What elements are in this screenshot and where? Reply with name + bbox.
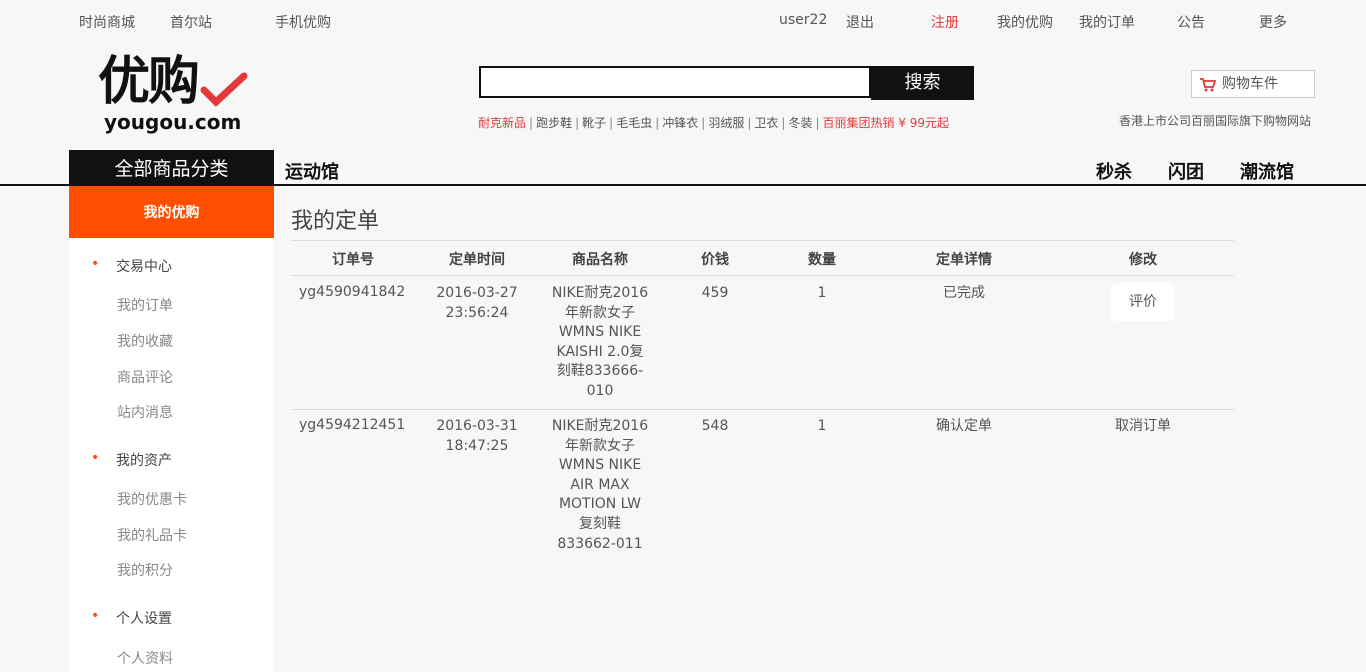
topbar-register-link[interactable]: 注册 [931,12,959,32]
order-quantity: 1 [817,285,827,301]
column-header-order-details: 定单详情 [936,252,992,268]
hot-keyword-winter[interactable]: 冬装 [788,116,812,130]
topbar-logout-link[interactable]: 退出 [846,12,874,32]
topbar-mobile-link[interactable]: 手机优购 [275,12,331,32]
sidebar: 我的优购 • 交易中心 我的订单 我的收藏 商品评论 站内消息 • 我的资产 我的优… [69,186,274,672]
hot-keyword-nike[interactable]: 耐克新品 [478,116,526,130]
topbar-my-yougou-link[interactable]: 我的优购 [997,12,1053,32]
order-status: 确认定单 [936,418,992,434]
search-button[interactable]: 搜索 [871,66,974,100]
column-header-modify: 修改 [1129,252,1157,268]
column-header-order-time: 定单时间 [449,252,505,268]
cancel-order-link[interactable]: 取消订单 [1115,417,1171,437]
cart-icon [1200,78,1216,92]
sidebar-item-reviews[interactable]: 商品评论 [117,367,173,387]
order-price: 548 [701,418,729,434]
topbar-username[interactable]: user22 [779,12,827,28]
hot-keyword-peas[interactable]: 毛毛虫 [616,116,652,130]
table-header-divider [291,275,1234,276]
sidebar-section-assets: • 我的资产 [91,450,172,469]
order-price: 459 [701,285,729,301]
review-button[interactable]: 评价 [1111,283,1175,321]
hot-keyword-jacket[interactable]: 冲锋衣 [662,116,698,130]
hot-keywords: 耐克新品 | 跑步鞋 | 靴子 | 毛毛虫 | 冲锋衣 | 羽绒服 | 卫衣 | 冬装 | 百丽集团热销 ¥ 9… [478,116,950,130]
page-title: 我的定单 [291,209,380,234]
order-id: yg4594212451 [299,417,406,433]
sidebar-item-points[interactable]: 我的积分 [117,560,173,580]
column-header-quantity: 数量 [808,252,836,268]
topbar-more-link[interactable]: 更多 [1259,12,1287,32]
cart-label: 购物车件 [1222,76,1278,92]
nav-group[interactable]: 闪团 [1168,158,1204,184]
topbar-my-orders-link[interactable]: 我的订单 [1079,12,1135,32]
sidebar-header[interactable]: 我的优购 [69,186,274,238]
table-row-divider [291,409,1234,410]
table-top-border [291,240,1234,241]
order-status: 已完成 [943,285,985,301]
order-time: 2016-03-31 18:47:25 [436,418,518,454]
search-input[interactable] [479,66,871,98]
checkmark-icon [200,72,248,107]
sidebar-section-settings: • 个人设置 [91,608,172,627]
hot-keyword-belle[interactable]: 百丽集团热销 ¥ 99元起 [823,116,950,130]
sidebar-item-coupons[interactable]: 我的优惠卡 [117,489,187,509]
site-slogan: 香港上市公司百丽国际旗下购物网站 [1119,114,1312,128]
all-categories-menu[interactable]: 全部商品分类 [69,150,274,186]
logo-chinese-text: 优购 [98,52,200,112]
column-header-price: 价钱 [701,252,729,268]
hot-keyword-down[interactable]: 羽绒服 [708,116,744,130]
order-time: 2016-03-27 23:56:24 [436,285,518,321]
logo-english-text: yougou.com [104,110,242,134]
cart-button[interactable]: 购物车件 [1191,70,1315,98]
order-id: yg4590941842 [299,284,406,300]
topbar-seoul-link[interactable]: 首尔站 [170,12,212,32]
product-name[interactable]: NIKE耐克2016 年新款女子 WMNS NIKE AIR MAX MOTIO… [552,417,648,554]
hot-keyword-boots[interactable]: 靴子 [582,116,606,130]
sidebar-item-gift-cards[interactable]: 我的礼品卡 [117,525,187,545]
hot-keyword-hoodie[interactable]: 卫衣 [754,116,778,130]
nav-sports[interactable]: 运动馆 [285,158,339,184]
topbar-notice-link[interactable]: 公告 [1177,12,1205,32]
sidebar-item-messages[interactable]: 站内消息 [117,402,173,422]
topbar-fashion-link[interactable]: 时尚商城 [79,12,135,32]
nav-trend[interactable]: 潮流馆 [1240,158,1294,184]
nav-flash-sale[interactable]: 秒杀 [1096,158,1132,184]
sidebar-section-trade: • 交易中心 [91,256,172,275]
sidebar-item-my-orders[interactable]: 我的订单 [117,295,173,315]
sidebar-item-favorites[interactable]: 我的收藏 [117,331,173,351]
column-header-order-id: 订单号 [332,252,374,268]
product-name[interactable]: NIKE耐克2016 年新款女子 WMNS NIKE KAISHI 2.0复 刻… [552,284,648,402]
column-header-product-name: 商品名称 [572,252,628,268]
sidebar-item-profile[interactable]: 个人资料 [117,648,173,668]
hot-keyword-running[interactable]: 跑步鞋 [536,116,572,130]
order-quantity: 1 [817,418,827,434]
site-logo[interactable]: 优购 yougou.com [98,52,248,134]
